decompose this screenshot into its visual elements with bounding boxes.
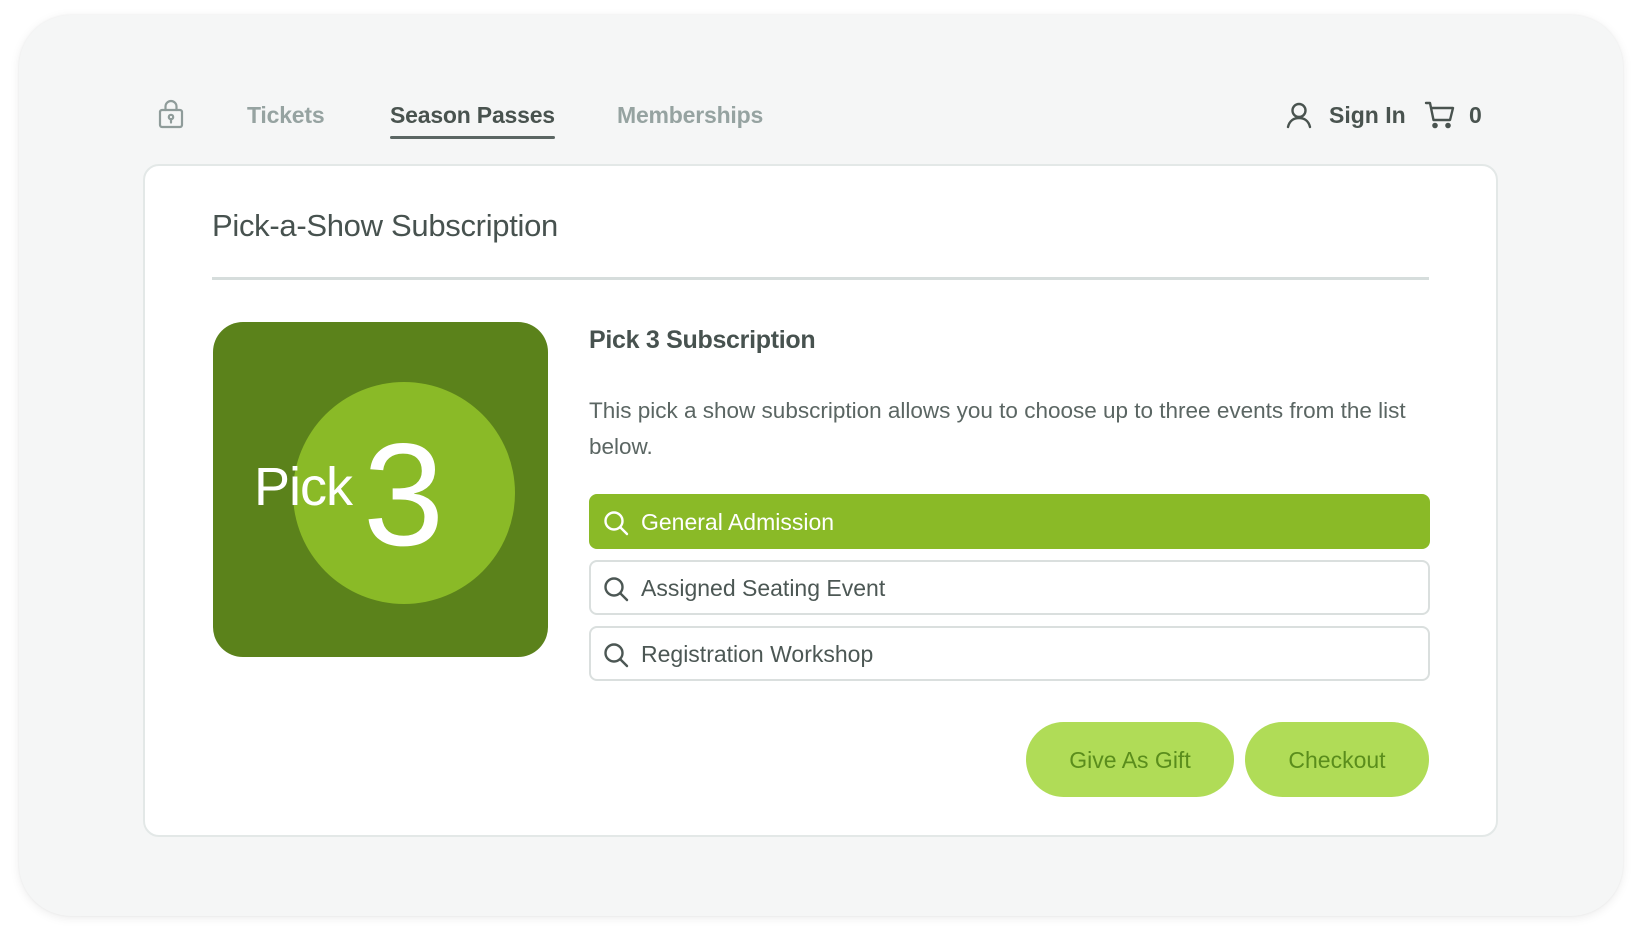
checkout-button[interactable]: Checkout [1245, 722, 1429, 797]
product-image-number: 3 [363, 413, 445, 576]
event-option-label: Registration Workshop [641, 641, 874, 667]
shopping-cart-icon[interactable] [1424, 101, 1456, 129]
event-option-general-admission[interactable]: General Admission [589, 494, 1430, 549]
page-title: Pick-a-Show Subscription [212, 208, 559, 243]
product-image-pick-text: Pick [254, 457, 353, 517]
tab-season-passes[interactable]: Season Passes [390, 102, 555, 139]
product-description: This pick a show subscription allows you… [589, 398, 1406, 459]
sign-in-link[interactable]: Sign In [1329, 102, 1406, 129]
search-icon [603, 576, 629, 602]
give-as-gift-button[interactable]: Give As Gift [1026, 722, 1234, 797]
search-icon [603, 642, 629, 668]
product-image: Pick 3 [213, 322, 548, 657]
event-option-registration-workshop[interactable]: Registration Workshop [589, 626, 1430, 681]
tab-tickets[interactable]: Tickets [247, 102, 325, 129]
event-option-assigned-seating[interactable]: Assigned Seating Event [589, 560, 1430, 615]
event-option-label: Assigned Seating Event [641, 575, 886, 601]
tab-memberships[interactable]: Memberships [617, 102, 763, 129]
product-title: Pick 3 Subscription [589, 326, 816, 354]
user-icon[interactable] [1285, 101, 1313, 129]
search-icon [603, 510, 629, 536]
lock-icon[interactable] [157, 99, 185, 129]
divider [212, 277, 1429, 280]
cart-count: 0 [1469, 102, 1482, 128]
event-option-label: General Admission [641, 509, 835, 535]
